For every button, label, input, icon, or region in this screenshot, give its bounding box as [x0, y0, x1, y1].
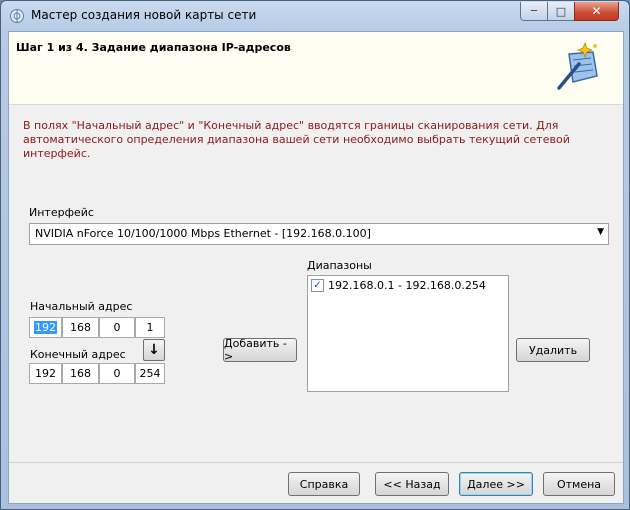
range-text: 192.168.0.1 - 192.168.0.254 [328, 279, 486, 292]
back-button[interactable]: << Назад [375, 472, 449, 496]
chevron-down-icon: ▼ [597, 227, 604, 237]
checkmark-icon: ✓ [313, 279, 322, 291]
end-octet-3[interactable]: 0 [99, 363, 135, 384]
wizard-header: Шаг 1 из 4. Задание диапазона IP-адресов [9, 32, 623, 105]
minimize-icon: ─ [530, 5, 538, 17]
start-octet-2[interactable]: 168 [62, 317, 99, 338]
minimize-button[interactable]: ─ [520, 2, 548, 21]
ranges-label: Диапазоны [307, 259, 372, 272]
copy-address-down-button[interactable]: ↓ [143, 339, 165, 361]
wizard-window: Мастер создания новой карты сети ─ □ ✕ Ш… [0, 0, 630, 510]
interface-label: Интерфейс [29, 206, 94, 219]
end-octet-1[interactable]: 192 [29, 363, 62, 384]
title-bar[interactable]: Мастер создания новой карты сети ─ □ ✕ [1, 1, 629, 31]
close-button[interactable]: ✕ [574, 2, 619, 21]
start-octet-4-value: 1 [146, 321, 154, 334]
start-octet-3-value: 0 [113, 321, 121, 334]
end-octet-4[interactable]: 254 [135, 363, 165, 384]
step-title: Шаг 1 из 4. Задание диапазона IP-адресов [16, 41, 291, 54]
end-octet-3-value: 0 [113, 367, 121, 380]
add-range-button[interactable]: Добавить -> [223, 337, 297, 363]
next-button[interactable]: Далее >> [459, 472, 533, 496]
remove-range-label: Удалить [528, 343, 578, 357]
add-range-label: Добавить -> [224, 337, 287, 363]
maximize-button[interactable]: □ [547, 2, 575, 21]
start-octet-3[interactable]: 0 [99, 317, 135, 338]
network-map-app-icon [9, 8, 25, 24]
end-octet-2-value: 168 [70, 367, 91, 380]
ranges-list[interactable]: ✓ 192.168.0.1 - 192.168.0.254 [307, 275, 509, 392]
start-octet-1[interactable]: 192 [29, 317, 62, 338]
start-address-label: Начальный адрес [30, 300, 133, 313]
start-octet-2-value: 168 [70, 321, 91, 334]
wizard-wand-icon [555, 41, 601, 92]
range-checkbox[interactable]: ✓ [311, 279, 324, 292]
back-label: << Назад [383, 477, 441, 491]
end-octet-4-value: 254 [139, 367, 161, 380]
list-item[interactable]: ✓ 192.168.0.1 - 192.168.0.254 [311, 279, 486, 292]
end-address-label: Конечный адрес [30, 348, 126, 361]
interface-dropdown[interactable]: NVIDIA nForce 10/100/1000 Mbps Ethernet … [29, 223, 609, 245]
close-icon: ✕ [591, 4, 602, 18]
start-octet-4[interactable]: 1 [135, 317, 165, 338]
help-button[interactable]: Справка [288, 472, 360, 496]
next-label: Далее >> [467, 477, 525, 491]
description-text: В полях "Начальный адрес" и "Конечный ад… [23, 119, 570, 160]
arrow-down-icon: ↓ [148, 342, 160, 358]
interface-selected-value: NVIDIA nForce 10/100/1000 Mbps Ethernet … [35, 227, 371, 240]
maximize-icon: □ [555, 4, 567, 18]
cancel-label: Отмена [556, 477, 602, 491]
cancel-button[interactable]: Отмена [543, 472, 615, 496]
start-octet-1-value: 192 [34, 321, 57, 334]
end-octet-2[interactable]: 168 [62, 363, 99, 384]
window-title: Мастер создания новой карты сети [31, 8, 257, 22]
wizard-client-area: Шаг 1 из 4. Задание диапазона IP-адресов… [8, 31, 624, 504]
help-label: Справка [299, 477, 349, 491]
remove-range-button[interactable]: Удалить [516, 338, 590, 362]
footer-divider [9, 462, 623, 463]
end-octet-1-value: 192 [35, 367, 56, 380]
